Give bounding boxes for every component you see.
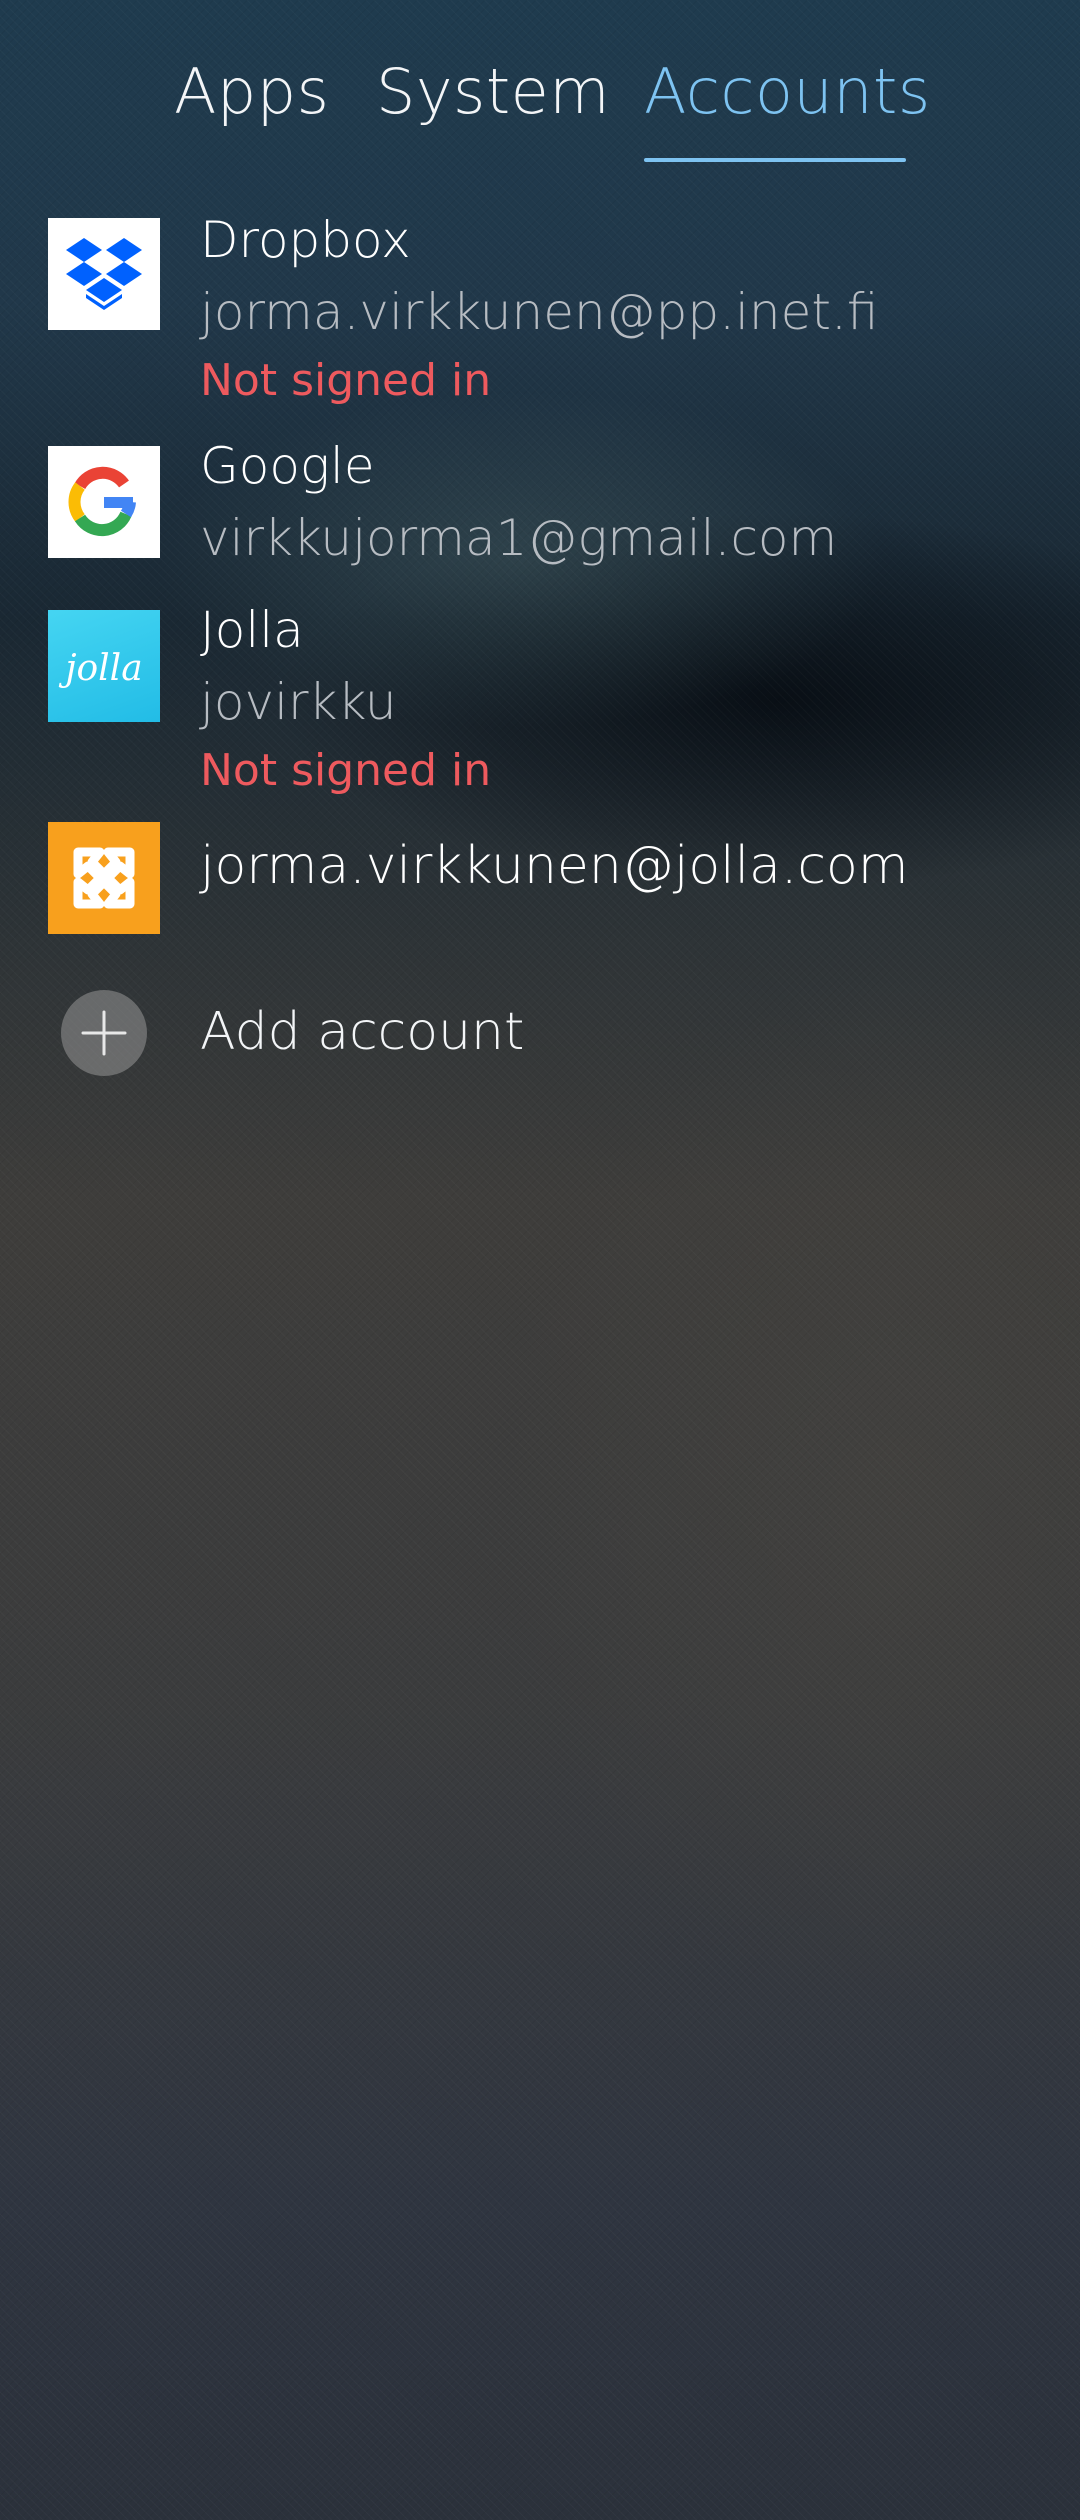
account-username: jovirkku: [200, 673, 397, 731]
account-text: jorma.virkkunen@jolla.com: [200, 830, 1060, 902]
account-text: Google virkkujorma1@gmail.com: [200, 430, 1060, 574]
account-username: virkkujorma1@gmail.com: [200, 509, 838, 567]
plus-icon: [61, 990, 147, 1076]
account-status: Not signed in: [200, 745, 492, 796]
jolla-icon: jolla: [48, 610, 160, 722]
account-name: Jolla: [200, 601, 304, 659]
account-name: Google: [200, 437, 375, 495]
dropbox-icon: [48, 218, 160, 330]
svg-text:jolla: jolla: [58, 648, 142, 689]
google-icon: [48, 446, 160, 558]
account-name: jorma.virkkunen@jolla.com: [200, 836, 909, 896]
account-username: jorma.virkkunen@pp.inet.fi: [200, 283, 879, 341]
active-tab-indicator: [644, 158, 906, 162]
account-item-google[interactable]: Google virkkujorma1@gmail.com: [0, 430, 1080, 580]
account-item-dropbox[interactable]: Dropbox jorma.virkkunen@pp.inet.fi Not s…: [0, 204, 1080, 414]
tab-accounts[interactable]: Accounts: [644, 52, 931, 132]
tab-bar: Apps System Accounts: [0, 52, 1080, 172]
account-text: Jolla jovirkku Not signed in: [200, 594, 1060, 804]
add-account-button[interactable]: Add account: [0, 980, 1080, 1090]
add-account-label: Add account: [200, 1002, 525, 1062]
tab-apps[interactable]: Apps: [174, 52, 329, 132]
account-item-jolla[interactable]: jolla Jolla jovirkku Not signed in: [0, 594, 1080, 804]
account-text: Dropbox jorma.virkkunen@pp.inet.fi Not s…: [200, 204, 1060, 414]
account-status: Not signed in: [200, 355, 492, 406]
account-name: Dropbox: [200, 211, 411, 269]
account-item-exchange[interactable]: jorma.virkkunen@jolla.com: [0, 812, 1080, 942]
exchange-icon: [48, 822, 160, 934]
tab-system[interactable]: System: [376, 52, 610, 132]
